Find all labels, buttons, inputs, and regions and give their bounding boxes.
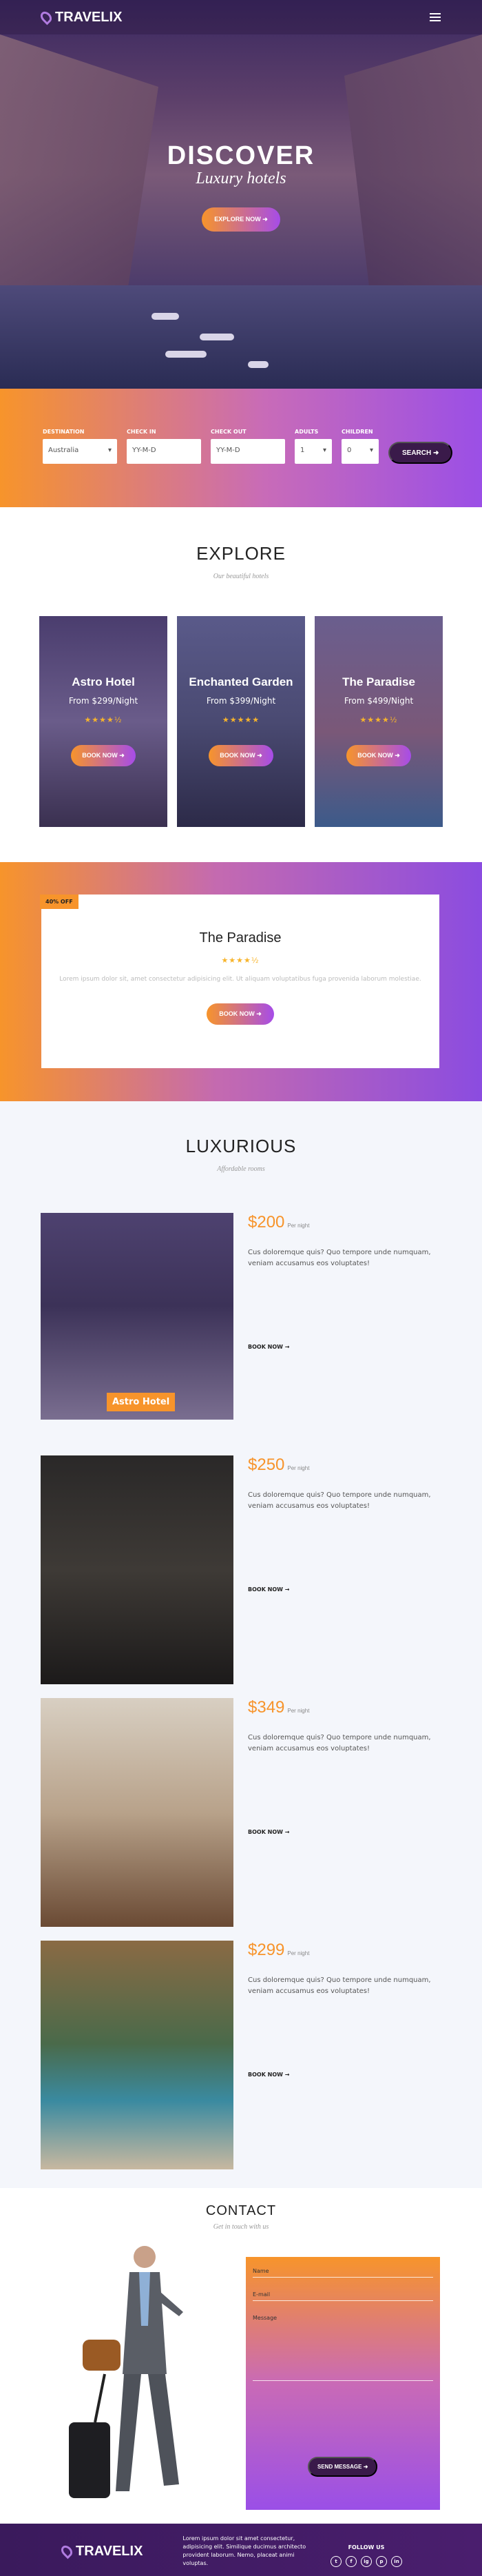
room-description: Cus doloremque quis? Quo tempore unde nu… — [248, 1249, 431, 1267]
room-item: $349 Per night Cus doloremque quis? Quo t… — [0, 1698, 482, 1941]
search-bar: DESTINATION Australia ▾ CHECK IN YY-M-D CHE… — [0, 389, 482, 507]
twitter-icon[interactable]: t — [331, 2556, 342, 2567]
room-price: $250 Per night — [248, 1455, 310, 1474]
footer-logo[interactable]: TRAVELIX — [59, 2543, 143, 2559]
rating-stars: ★★★★★ — [222, 715, 260, 724]
contact-subtitle: Get in touch with us — [213, 2223, 269, 2231]
luxurious-subtitle: Affordable rooms — [217, 1165, 265, 1173]
room-description: Cus doloremque quis? Quo tempore unde nu… — [248, 1976, 431, 1995]
follow-us: FOLLOW US t f ig p in — [331, 2544, 402, 2567]
explore-subtitle: Our beautiful hotels — [213, 573, 269, 580]
destination-select[interactable]: Australia ▾ — [43, 439, 117, 464]
room-item: $299 Per night Cus doloremque quis? Quo t… — [0, 1941, 482, 2183]
contact-section: CONTACT Get in touch with us Name E-mail… — [0, 2188, 482, 2524]
deal-panel: The Paradise ★★★★½ Lorem ipsum dolor sit… — [41, 895, 439, 1068]
rating-stars: ★★★★½ — [221, 956, 260, 965]
hotel-card: The Paradise From $499/Night ★★★★½ BOOK … — [315, 616, 443, 827]
room-price: $299 Per night — [248, 1941, 310, 1959]
chevron-down-icon: ▾ — [107, 447, 112, 454]
room-image: Astro Hotel — [41, 1213, 233, 1420]
hotel-card: Astro Hotel From $299/Night ★★★★½ BOOK N… — [39, 616, 167, 827]
adults-select[interactable]: 1 ▾ — [295, 439, 332, 464]
contact-form: Name E-mail Message SEND MESSAGE ➜ — [246, 2257, 440, 2510]
deal-text: Lorem ipsum dolor sit, amet consectetur … — [59, 976, 421, 983]
room-price: $349 Per night — [248, 1698, 310, 1717]
menu-icon[interactable] — [430, 13, 441, 21]
send-message-button[interactable]: SEND MESSAGE ➜ — [308, 2457, 378, 2477]
hero-subtitle: Luxury hotels — [196, 170, 286, 187]
hotel-card: Enchanted Garden From $399/Night ★★★★★ B… — [177, 616, 305, 827]
location-pin-icon — [59, 2543, 75, 2559]
discount-badge: 40% OFF — [40, 895, 78, 909]
book-now-link[interactable]: BOOK NOW → — [248, 1344, 290, 1350]
explore-title: EXPLORE — [196, 543, 286, 564]
check-in-field[interactable]: YY-M-D — [127, 439, 201, 464]
room-image — [41, 1941, 233, 2169]
deal-title: The Paradise — [199, 930, 282, 945]
luxurious-section: LUXURIOUS Affordable rooms Astro Hotel $… — [0, 1101, 482, 2188]
hero-water — [0, 285, 482, 389]
traveler-illustration — [69, 2246, 183, 2498]
rating-stars: ★★★★½ — [359, 715, 398, 724]
room-price: $200 Per night — [248, 1213, 310, 1231]
hero-text: DISCOVER Luxury hotels EXPLORE NOW ➜ — [0, 141, 482, 232]
luxurious-title: LUXURIOUS — [185, 1136, 297, 1156]
book-now-link[interactable]: BOOK NOW → — [248, 1586, 290, 1593]
explore-section: EXPLORE Our beautiful hotels Astro Hotel… — [0, 507, 482, 862]
footer-about: Lorem ipsum dolor sit amet consectetur, … — [182, 2535, 306, 2566]
name-field[interactable]: Name — [253, 2268, 433, 2278]
room-item: $250 Per night Cus doloremque quis? Quo t… — [0, 1455, 482, 1698]
room-item: Astro Hotel $200 Per night Cus doloremque… — [0, 1213, 482, 1455]
pinterest-icon[interactable]: p — [376, 2556, 387, 2567]
book-now-link[interactable]: BOOK NOW → — [248, 1829, 290, 1835]
room-image — [41, 1455, 233, 1684]
rating-stars: ★★★★½ — [84, 715, 123, 724]
book-now-button[interactable]: BOOK NOW ➜ — [346, 745, 411, 766]
book-now-button[interactable]: BOOK NOW ➜ — [71, 745, 136, 766]
contact-title: CONTACT — [205, 2203, 277, 2218]
search-button[interactable]: SEARCH ➜ — [388, 442, 453, 464]
footer: TRAVELIX Lorem ipsum dolor sit amet cons… — [0, 2524, 482, 2576]
logo[interactable]: TRAVELIX — [38, 9, 122, 25]
book-now-button[interactable]: BOOK NOW ➜ — [209, 745, 273, 766]
book-now-link[interactable]: BOOK NOW → — [248, 2072, 290, 2078]
chevron-down-icon: ▾ — [369, 447, 373, 454]
instagram-icon[interactable]: ig — [361, 2556, 372, 2567]
linkedin-icon[interactable]: in — [391, 2556, 402, 2567]
room-description: Cus doloremque quis? Quo tempore unde nu… — [248, 1734, 431, 1752]
email-field[interactable]: E-mail — [253, 2291, 433, 2301]
location-pin-icon — [38, 9, 54, 25]
chevron-down-icon: ▾ — [322, 447, 326, 454]
room-image — [41, 1698, 233, 1927]
room-description: Cus doloremque quis? Quo tempore unde nu… — [248, 1491, 431, 1510]
hero-title: DISCOVER — [167, 141, 315, 170]
book-now-button[interactable]: BOOK NOW ➜ — [207, 1003, 274, 1025]
explore-now-button[interactable]: EXPLORE NOW ➜ — [202, 207, 280, 232]
children-select[interactable]: 0 ▾ — [342, 439, 379, 464]
message-field[interactable]: Message — [253, 2315, 433, 2381]
hero-section: TRAVELIX DISCOVER Luxury hotels EXPLORE … — [0, 0, 482, 389]
room-image-label: Astro Hotel — [107, 1393, 176, 1411]
top-nav: TRAVELIX — [0, 0, 482, 34]
facebook-icon[interactable]: f — [346, 2556, 357, 2567]
check-out-field[interactable]: YY-M-D — [211, 439, 285, 464]
deal-section: The Paradise ★★★★½ Lorem ipsum dolor sit… — [0, 862, 482, 1101]
